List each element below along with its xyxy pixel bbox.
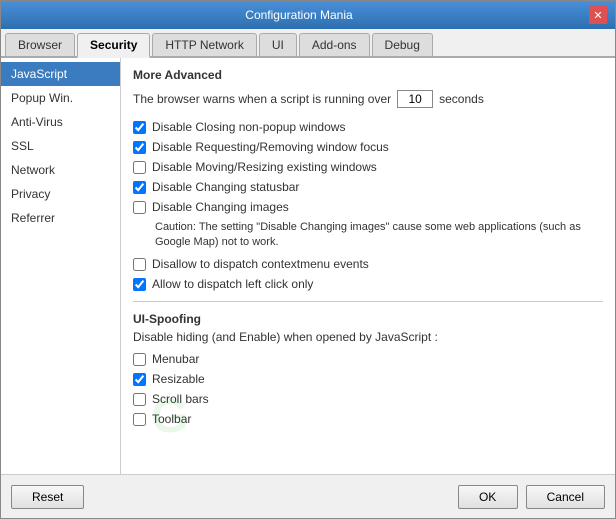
ui-spoofing-section: UI-Spoofing Disable hiding (and Enable) … (133, 312, 603, 426)
close-button[interactable]: ✕ (589, 6, 607, 24)
checkbox-disable-statusbar-input[interactable] (133, 181, 146, 194)
window: Configuration Mania ✕ Browser Security H… (0, 0, 616, 519)
timeout-label-after: seconds (439, 92, 484, 106)
checkbox-menubar-input[interactable] (133, 353, 146, 366)
tab-ui[interactable]: UI (259, 33, 297, 56)
checkbox-allow-left-click-label: Allow to dispatch left click only (152, 277, 313, 291)
cancel-button[interactable]: Cancel (526, 485, 605, 509)
main-content: G More Advanced The browser warns when a… (121, 58, 615, 474)
tab-debug[interactable]: Debug (372, 33, 433, 56)
checkbox-disable-requesting-input[interactable] (133, 141, 146, 154)
checkbox-resizable-input[interactable] (133, 373, 146, 386)
checkbox-disable-moving-input[interactable] (133, 161, 146, 174)
timeout-row: The browser warns when a script is runni… (133, 90, 603, 108)
checkbox-disable-closing-input[interactable] (133, 121, 146, 134)
checkbox-disable-statusbar-label: Disable Changing statusbar (152, 180, 299, 194)
footer: Reset OK Cancel (1, 474, 615, 518)
checkbox-disable-closing-label: Disable Closing non-popup windows (152, 120, 345, 134)
checkbox-toolbar: Toolbar (133, 412, 603, 426)
tab-http-network[interactable]: HTTP Network (152, 33, 256, 56)
checkbox-disable-moving: Disable Moving/Resizing existing windows (133, 160, 603, 174)
checkbox-toolbar-label: Toolbar (152, 412, 191, 426)
sidebar-item-anti-virus[interactable]: Anti-Virus (1, 110, 120, 134)
title-bar: Configuration Mania ✕ (1, 1, 615, 29)
checkbox-disable-closing: Disable Closing non-popup windows (133, 120, 603, 134)
content-area: JavaScript Popup Win. Anti-Virus SSL Net… (1, 58, 615, 474)
ui-spoofing-title: UI-Spoofing (133, 312, 603, 326)
reset-button[interactable]: Reset (11, 485, 84, 509)
checkbox-disable-requesting: Disable Requesting/Removing window focus (133, 140, 603, 154)
footer-right: OK Cancel (458, 485, 605, 509)
checkbox-scroll-bars-input[interactable] (133, 393, 146, 406)
sidebar-item-referrer[interactable]: Referrer (1, 206, 120, 230)
ui-spoofing-description: Disable hiding (and Enable) when opened … (133, 330, 603, 344)
tab-browser[interactable]: Browser (5, 33, 75, 56)
checkbox-disable-statusbar: Disable Changing statusbar (133, 180, 603, 194)
checkbox-resizable: Resizable (133, 372, 603, 386)
sidebar-item-javascript[interactable]: JavaScript (1, 62, 120, 86)
checkbox-disallow-contextmenu: Disallow to dispatch contextmenu events (133, 257, 603, 271)
timeout-input[interactable] (397, 90, 433, 108)
checkbox-disable-images: Disable Changing images (133, 200, 603, 214)
tab-add-ons[interactable]: Add-ons (299, 33, 370, 56)
tab-security[interactable]: Security (77, 33, 150, 58)
checkbox-allow-left-click-input[interactable] (133, 278, 146, 291)
sidebar-item-ssl[interactable]: SSL (1, 134, 120, 158)
checkbox-disable-images-input[interactable] (133, 201, 146, 214)
timeout-label-before: The browser warns when a script is runni… (133, 92, 391, 106)
section-divider (133, 301, 603, 302)
window-title: Configuration Mania (9, 8, 589, 22)
checkbox-scroll-bars-label: Scroll bars (152, 392, 209, 406)
ok-button[interactable]: OK (458, 485, 518, 509)
sidebar-item-network[interactable]: Network (1, 158, 120, 182)
tab-bar: Browser Security HTTP Network UI Add-ons… (1, 29, 615, 58)
checkbox-toolbar-input[interactable] (133, 413, 146, 426)
checkbox-disallow-contextmenu-label: Disallow to dispatch contextmenu events (152, 257, 369, 271)
checkbox-resizable-label: Resizable (152, 372, 205, 386)
checkbox-allow-left-click: Allow to dispatch left click only (133, 277, 603, 291)
checkbox-disable-requesting-label: Disable Requesting/Removing window focus (152, 140, 389, 154)
checkbox-scroll-bars: Scroll bars (133, 392, 603, 406)
checkbox-disable-moving-label: Disable Moving/Resizing existing windows (152, 160, 377, 174)
checkbox-menubar: Menubar (133, 352, 603, 366)
sidebar-item-privacy[interactable]: Privacy (1, 182, 120, 206)
sidebar-item-popup-win[interactable]: Popup Win. (1, 86, 120, 110)
checkbox-menubar-label: Menubar (152, 352, 199, 366)
caution-text: Caution: The setting "Disable Changing i… (155, 220, 603, 251)
section-title: More Advanced (133, 68, 603, 82)
scroll-area[interactable]: G More Advanced The browser warns when a… (121, 58, 615, 474)
checkbox-disallow-contextmenu-input[interactable] (133, 258, 146, 271)
sidebar: JavaScript Popup Win. Anti-Virus SSL Net… (1, 58, 121, 474)
checkbox-disable-images-label: Disable Changing images (152, 200, 289, 214)
